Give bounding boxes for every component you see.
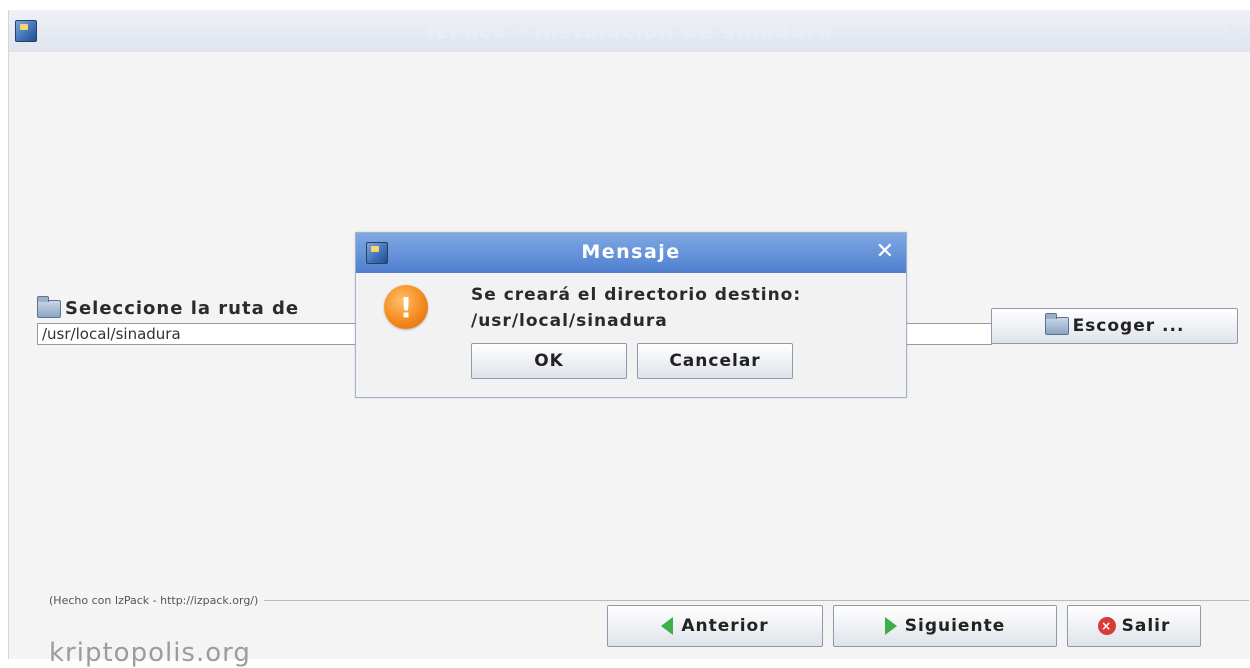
watermark: kriptopolis.org bbox=[49, 638, 251, 668]
window-titlebar[interactable]: IzPack - Instalación de sinadura – × bbox=[9, 10, 1250, 52]
message-dialog: Mensaje ✕ ! Se creará el directorio dest… bbox=[355, 232, 907, 398]
dialog-message-path: /usr/local/sinadura bbox=[471, 311, 668, 331]
cancel-button-label: Cancelar bbox=[669, 351, 761, 371]
dialog-close-icon[interactable]: ✕ bbox=[876, 239, 894, 264]
window-title: IzPack - Instalación de sinadura bbox=[427, 19, 833, 43]
folder-icon bbox=[1044, 313, 1069, 335]
dialog-titlebar[interactable]: Mensaje ✕ bbox=[356, 233, 906, 273]
arrow-right-icon bbox=[884, 617, 897, 635]
dialog-message: Se creará el directorio destino: bbox=[471, 285, 802, 305]
next-button[interactable]: Siguiente bbox=[833, 605, 1057, 647]
footer-credit-text: (Hecho con IzPack - http://izpack.org/) bbox=[49, 593, 259, 607]
warning-icon: ! bbox=[384, 285, 428, 329]
exit-button-label: Salir bbox=[1121, 616, 1171, 636]
close-icon[interactable]: × bbox=[1224, 18, 1241, 42]
ok-button[interactable]: OK bbox=[471, 343, 627, 379]
previous-button[interactable]: Anterior bbox=[607, 605, 823, 647]
dialog-title: Mensaje bbox=[581, 241, 681, 263]
previous-button-label: Anterior bbox=[681, 616, 769, 636]
exit-icon: × bbox=[1097, 617, 1116, 635]
footer-divider bbox=[264, 599, 1249, 601]
arrow-left-icon bbox=[661, 617, 674, 635]
folder-icon bbox=[37, 295, 61, 318]
minimize-icon[interactable]: – bbox=[1197, 18, 1207, 42]
choose-button-label: Escoger ... bbox=[1072, 316, 1185, 336]
path-label: Seleccione la ruta de bbox=[37, 295, 300, 319]
next-button-label: Siguiente bbox=[904, 616, 1006, 636]
exit-button[interactable]: × Salir bbox=[1067, 605, 1201, 647]
ok-button-label: OK bbox=[534, 351, 564, 371]
cancel-button[interactable]: Cancelar bbox=[637, 343, 793, 379]
choose-button[interactable]: Escoger ... bbox=[991, 308, 1238, 344]
path-label-text: Seleccione la ruta de bbox=[65, 298, 300, 319]
